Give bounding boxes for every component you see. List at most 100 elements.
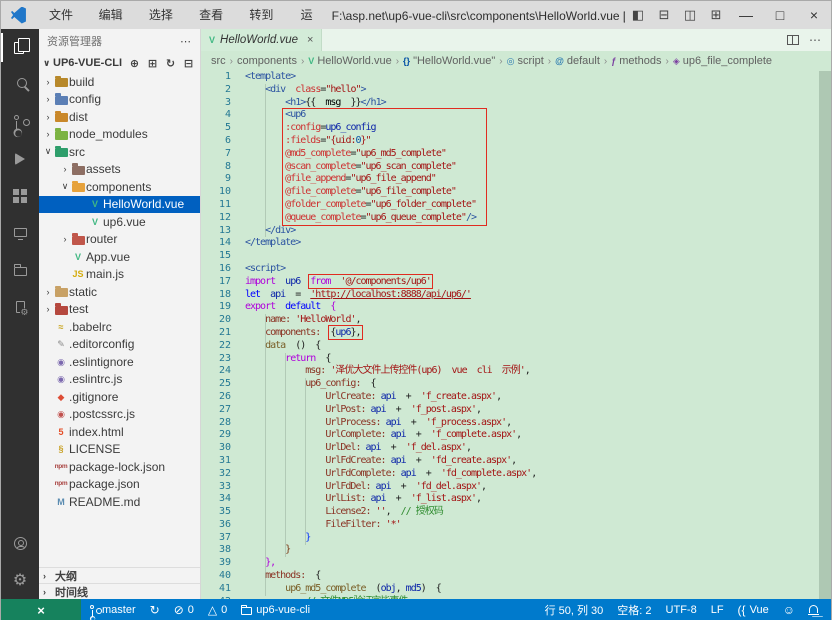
tree-item-.postcssrc.js[interactable]: ◉.postcssrc.js	[39, 406, 200, 424]
activitybar-project-folders[interactable]	[1, 251, 39, 288]
code-line-11[interactable]: 11 @folder_complete="up6_folder_complete…	[201, 199, 831, 212]
code-line-24[interactable]: 24 msg: '泽优大文件上传控件(up6) vue cli 示例',	[201, 365, 831, 378]
code-line-13[interactable]: 13 </div>	[201, 225, 831, 238]
section-时间线[interactable]: ›时间线	[39, 583, 200, 599]
activitybar-remote-explorer[interactable]	[1, 214, 39, 251]
code-line-23[interactable]: 23 return {	[201, 353, 831, 366]
tree-item-test[interactable]: ›test	[39, 301, 200, 319]
code-line-15[interactable]: 15	[201, 250, 831, 263]
customize-layout-icon[interactable]: ⊞	[703, 7, 729, 23]
status-language-mode[interactable]: ({Vue	[731, 599, 776, 620]
code-line-6[interactable]: 6 :fields="{uid:0}"	[201, 135, 831, 148]
code-line-35[interactable]: 35 License2: '', // 授权码	[201, 506, 831, 519]
code-line-31[interactable]: 31 UrlFdCreate: api + 'fd_create.aspx',	[201, 455, 831, 468]
tab-helloworld-vue[interactable]: V HelloWorld.vue ×	[201, 29, 322, 51]
status-warnings[interactable]: △0	[201, 599, 234, 620]
tree-item-.eslintrc.js[interactable]: ◉.eslintrc.js	[39, 371, 200, 389]
activitybar-explorer[interactable]	[1, 29, 39, 66]
code-line-1[interactable]: 1<template>	[201, 71, 831, 84]
code-line-3[interactable]: 3 <h1>{{ msg }}</h1>	[201, 97, 831, 110]
tree-item-.eslintignore[interactable]: ◉.eslintignore	[39, 353, 200, 371]
breadcrumb-item-components[interactable]: components	[237, 55, 297, 67]
code-line-29[interactable]: 29 UrlComplete: api + 'f_complete.aspx',	[201, 429, 831, 442]
status-indentation[interactable]: 空格: 2	[610, 599, 658, 620]
tree-item-dist[interactable]: ›dist	[39, 108, 200, 126]
refresh-icon[interactable]: ↻	[163, 57, 178, 70]
tree-item-config[interactable]: ›config	[39, 91, 200, 109]
code-line-16[interactable]: 16<script>	[201, 263, 831, 276]
code-line-38[interactable]: 38 }	[201, 544, 831, 557]
code-editor[interactable]: 1<template>2 <div class="hello">3 <h1>{{…	[201, 71, 831, 599]
status-workspace-folder[interactable]: up6-vue-cli	[234, 599, 317, 620]
activitybar-run-debug[interactable]	[1, 140, 39, 177]
tree-item-README.md[interactable]: MREADME.md	[39, 493, 200, 511]
new-folder-icon[interactable]: ⊞	[145, 57, 160, 70]
code-line-40[interactable]: 40 methods: {	[201, 570, 831, 583]
tree-item-package.json[interactable]: npmpackage.json	[39, 476, 200, 494]
code-line-10[interactable]: 10 @file_complete="up6_file_complete"	[201, 186, 831, 199]
activitybar-search[interactable]	[1, 66, 39, 103]
activitybar-source-control[interactable]	[1, 103, 39, 140]
minimize-button[interactable]: —	[729, 1, 763, 29]
toggle-sidebar-icon[interactable]: ◧	[625, 7, 651, 23]
tree-item-static[interactable]: ›static	[39, 283, 200, 301]
code-line-42[interactable]: 42 // 文件MD5验证完毕事件	[201, 596, 831, 599]
tree-item-LICENSE[interactable]: §LICENSE	[39, 441, 200, 459]
code-line-26[interactable]: 26 UrlCreate: api + 'f_create.aspx',	[201, 391, 831, 404]
tree-item-main.js[interactable]: JSmain.js	[39, 266, 200, 284]
status-git-branch[interactable]: master	[81, 599, 143, 620]
breadcrumb-item-methods[interactable]: ƒmethods	[611, 55, 661, 67]
menu-转到(G)[interactable]: 转到(G)	[240, 1, 291, 29]
code-line-39[interactable]: 39 },	[201, 557, 831, 570]
code-line-34[interactable]: 34 UrlList: api + 'f_list.aspx',	[201, 493, 831, 506]
tab-close-icon[interactable]: ×	[307, 34, 313, 46]
activitybar-snippets[interactable]	[1, 288, 39, 325]
code-line-30[interactable]: 30 UrlDel: api + 'f_del.aspx',	[201, 442, 831, 455]
code-line-4[interactable]: 4 <up6	[201, 109, 831, 122]
status-feedback[interactable]: ☺	[776, 599, 802, 620]
tree-item-components[interactable]: ∨components	[39, 178, 200, 196]
breadcrumb-item-default[interactable]: @default	[555, 55, 600, 67]
activitybar-settings[interactable]: ⚙	[1, 562, 39, 599]
breadcrumb-item-HelloWorld.vue[interactable]: {}"HelloWorld.vue"	[403, 55, 495, 67]
activitybar-account[interactable]	[1, 525, 39, 562]
section-大纲[interactable]: ›大纲	[39, 567, 200, 583]
status-sync[interactable]: ↻	[143, 599, 167, 620]
status-notifications[interactable]	[802, 599, 825, 620]
menu-编辑(E)[interactable]: 编辑(E)	[90, 1, 140, 29]
code-line-27[interactable]: 27 UrlPost: api + 'f_post.aspx',	[201, 404, 831, 417]
new-file-icon[interactable]: ⊕	[127, 57, 142, 70]
menu-查看(V)[interactable]: 查看(V)	[190, 1, 240, 29]
breadcrumb-item-src[interactable]: src	[211, 55, 226, 67]
remote-indicator[interactable]: ×	[1, 599, 81, 620]
tree-item-HelloWorld.vue[interactable]: VHelloWorld.vue	[39, 196, 200, 214]
breadcrumb-item-HelloWorld.vue[interactable]: VHelloWorld.vue	[308, 55, 391, 67]
tree-item-package-lock.json[interactable]: npmpackage-lock.json	[39, 458, 200, 476]
menu-运[interactable]: 运	[292, 1, 322, 29]
toggle-panel-icon[interactable]: ⊟	[651, 7, 677, 23]
code-line-33[interactable]: 33 UrlFdDel: api + 'fd_del.aspx',	[201, 481, 831, 494]
editor-scrollbar[interactable]	[819, 71, 831, 599]
collapse-all-icon[interactable]: ⊟	[181, 57, 196, 70]
tree-item-up6.vue[interactable]: Vup6.vue	[39, 213, 200, 231]
menu-选择(S)[interactable]: 选择(S)	[140, 1, 190, 29]
code-line-20[interactable]: 20 name: 'HelloWorld',	[201, 314, 831, 327]
code-line-32[interactable]: 32 UrlFdComplete: api + 'fd_complete.asp…	[201, 468, 831, 481]
code-line-7[interactable]: 7 @md5_complete="up6_md5_complete"	[201, 148, 831, 161]
code-line-28[interactable]: 28 UrlProcess: api + 'f_process.aspx',	[201, 417, 831, 430]
code-line-18[interactable]: 18let api = 'http://localhost:8888/api/u…	[201, 289, 831, 302]
editor-more-actions-icon[interactable]: ⋯	[809, 33, 821, 47]
code-line-5[interactable]: 5 :config=up6_config	[201, 122, 831, 135]
status-errors[interactable]: ⊘0	[167, 599, 201, 620]
status-eol[interactable]: LF	[704, 599, 731, 620]
tree-item-router[interactable]: ›router	[39, 231, 200, 249]
code-line-9[interactable]: 9 @file_append="up6_file_append"	[201, 173, 831, 186]
tree-item-.babelrc[interactable]: ≈.babelrc	[39, 318, 200, 336]
explorer-more-actions-icon[interactable]: ⋯	[180, 35, 192, 48]
activitybar-extensions[interactable]	[1, 177, 39, 214]
project-section-header[interactable]: ∨ UP6-VUE-CLI ⊕⊞↻⊟	[39, 53, 200, 73]
code-line-41[interactable]: 41 up6_md5_complete (obj, md5) {	[201, 583, 831, 596]
tree-item-build[interactable]: ›build	[39, 73, 200, 91]
code-line-19[interactable]: 19export default {	[201, 301, 831, 314]
tree-item-src[interactable]: ∨src	[39, 143, 200, 161]
